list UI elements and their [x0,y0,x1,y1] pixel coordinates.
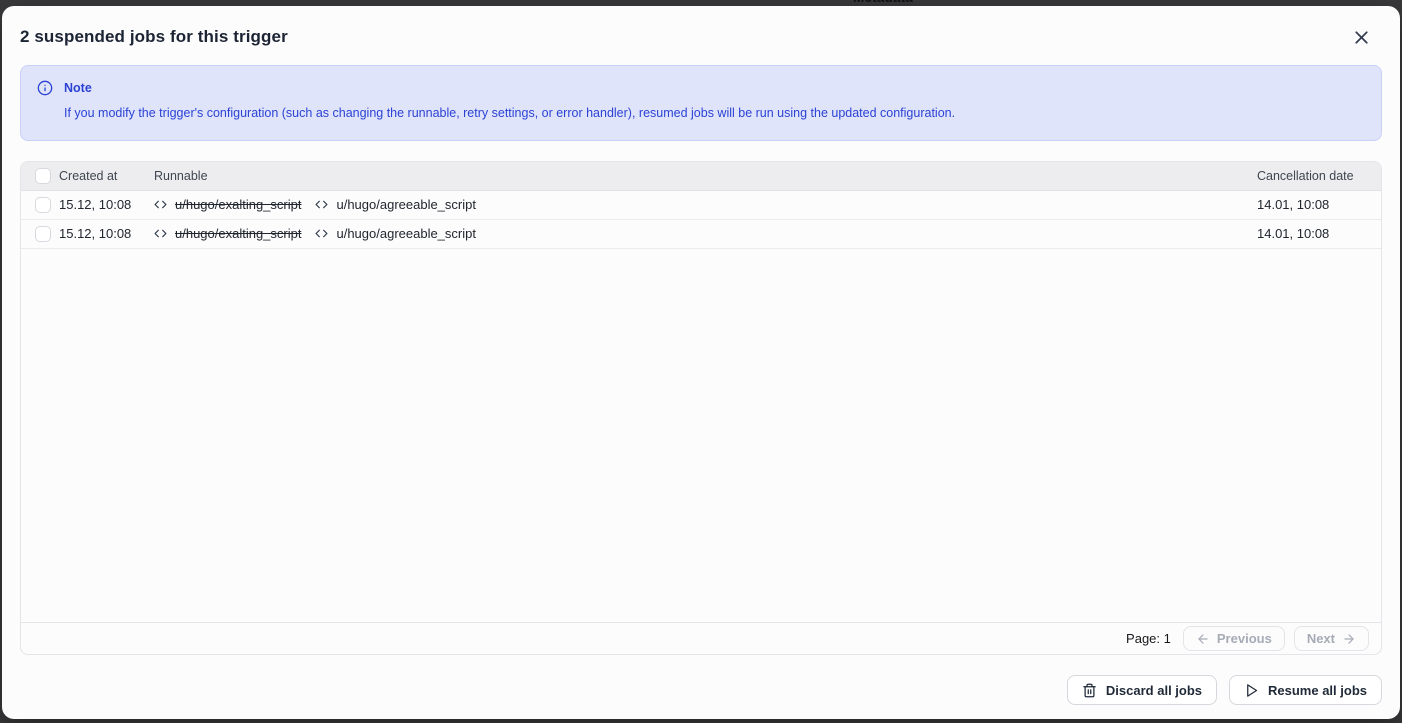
note-banner: Note If you modify the trigger's configu… [20,65,1382,141]
runnable-cell: u/hugo/exalting_script u/hugo/agreeable_… [154,197,1257,212]
table-empty-space [21,249,1381,623]
runnable-old-path: u/hugo/exalting_script [175,197,301,212]
close-button[interactable] [1351,27,1372,48]
table-row: 15.12, 10:08 u/hugo/exalting_script u/hu… [21,220,1381,249]
x-icon [1351,36,1372,51]
trash-icon [1082,683,1097,698]
next-page-button[interactable]: Next [1294,626,1369,651]
runnable-cell: u/hugo/exalting_script u/hugo/agreeable_… [154,226,1257,241]
row-checkbox[interactable] [35,226,51,242]
cancellation-date-cell: 14.01, 10:08 [1257,197,1381,212]
select-all-checkbox[interactable] [35,168,51,184]
created-at-cell: 15.12, 10:08 [59,197,154,212]
arrow-right-icon [1342,632,1356,646]
runnable-old-path: u/hugo/exalting_script [175,226,301,241]
modal-header: 2 suspended jobs for this trigger [20,6,1382,65]
discard-all-jobs-button[interactable]: Discard all jobs [1067,675,1217,705]
runnable-new-path: u/hugo/agreeable_script [336,197,476,212]
suspended-jobs-table: Created at Runnable Cancellation date 15… [20,161,1382,656]
info-icon [37,80,53,96]
column-header-cancellation-date: Cancellation date [1257,169,1381,183]
code-icon [154,198,167,211]
cancellation-date-cell: 14.01, 10:08 [1257,226,1381,241]
note-heading-row: Note [37,80,1365,96]
suspended-jobs-modal: 2 suspended jobs for this trigger Note I… [2,6,1400,719]
code-icon [154,227,167,240]
page-indicator: Page: 1 [1126,631,1171,646]
column-header-created-at: Created at [59,169,154,183]
previous-page-button[interactable]: Previous [1183,626,1285,651]
play-icon [1244,683,1259,698]
runnable-new-path: u/hugo/agreeable_script [336,226,476,241]
note-body: If you modify the trigger's configuratio… [64,105,1365,123]
code-icon [315,198,328,211]
created-at-cell: 15.12, 10:08 [59,226,154,241]
resume-all-jobs-button[interactable]: Resume all jobs [1229,675,1382,705]
row-checkbox-cell [21,226,59,242]
arrow-left-icon [1196,632,1210,646]
note-heading: Note [64,81,92,95]
code-icon [315,227,328,240]
column-header-runnable: Runnable [154,169,1257,183]
modal-actions: Discard all jobs Resume all jobs [20,655,1382,719]
table-header-row: Created at Runnable Cancellation date [21,162,1381,191]
row-checkbox[interactable] [35,197,51,213]
header-checkbox-cell [21,168,59,184]
pagination-bar: Page: 1 Previous Next [21,622,1381,654]
row-checkbox-cell [21,197,59,213]
modal-title: 2 suspended jobs for this trigger [20,27,288,47]
table-row: 15.12, 10:08 u/hugo/exalting_script u/hu… [21,191,1381,220]
